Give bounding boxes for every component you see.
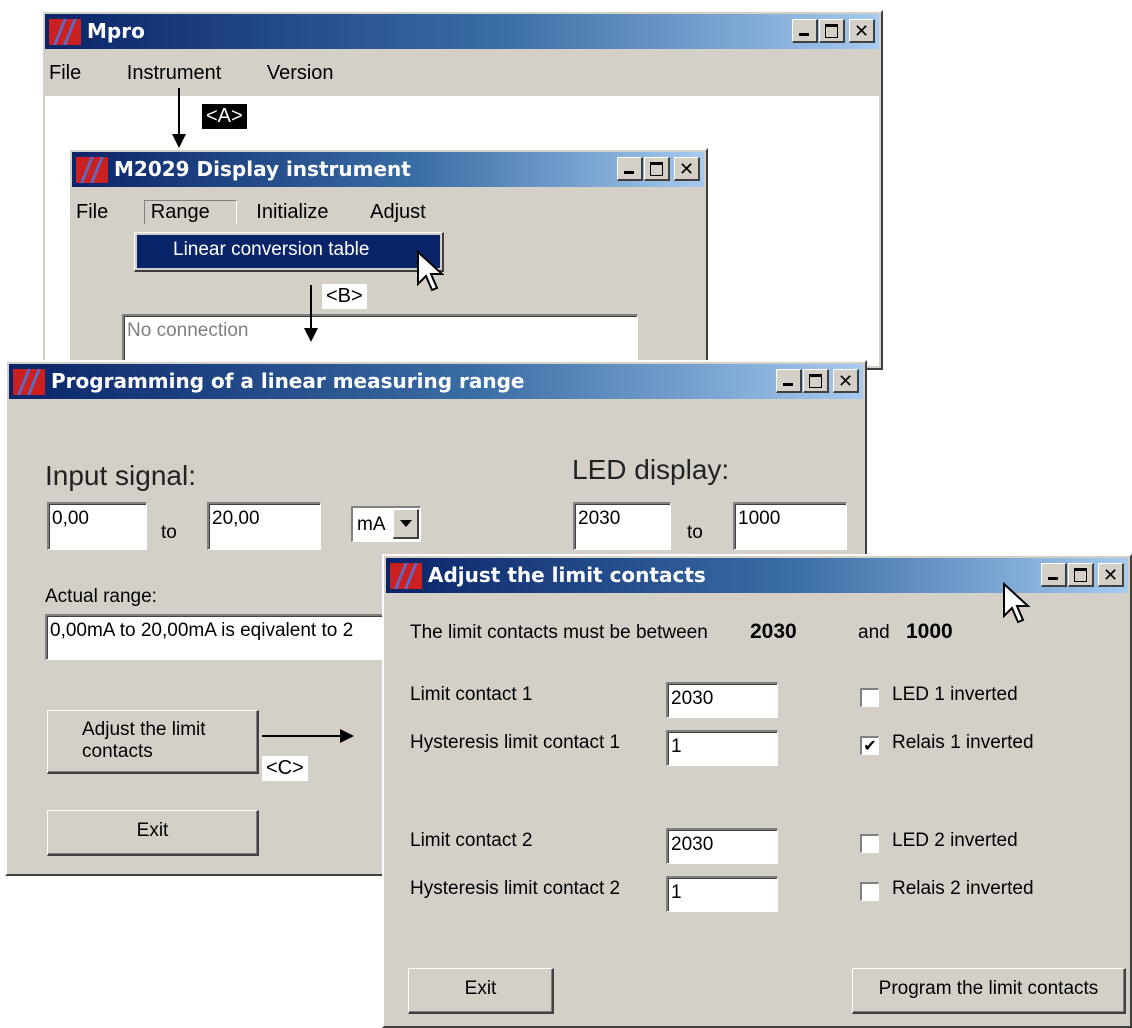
m2029-menubar: File Range Initialize Adjust [76,200,466,224]
led1-inverted-checkbox[interactable] [860,688,879,707]
adjust-limit-contacts-button[interactable]: Adjust the limit contacts [47,710,259,774]
maximize-icon [825,24,838,38]
exit-button[interactable]: Exit [408,968,554,1014]
close-icon: ✕ [1102,565,1119,586]
close-icon: ✕ [678,159,695,180]
unit-selected-value: mA [357,514,386,535]
limit-title: Adjust the limit contacts [428,563,706,587]
mouse-cursor-icon [417,250,444,292]
menu-file[interactable]: File [49,62,101,85]
close-button[interactable]: ✕ [1098,563,1124,587]
input-from-field[interactable]: 0,00 [47,502,147,550]
menu-range[interactable]: Range [143,200,237,224]
mpro-titlebar[interactable]: Mpro ✕ [45,14,879,49]
limit-info-high: 1000 [906,620,953,643]
maximize-button[interactable] [803,369,829,393]
limit-info-text: The limit contacts must be between [410,622,708,643]
m2029-titlebar[interactable]: M2029 Display instrument ✕ [72,152,704,187]
minimize-icon [1048,577,1058,580]
arrow-a [172,88,186,148]
menu-item-linear-conversion-table[interactable]: Linear conversion table [137,235,440,268]
relais2-inverted-label: Relais 2 inverted [892,878,1034,899]
limit2-label: Limit contact 2 [410,830,533,851]
hyst1-field[interactable]: 1 [666,730,778,766]
minimize-icon [799,33,809,36]
hyst2-field[interactable]: 1 [666,876,778,912]
range-dropdown-menu: Linear conversion table [134,232,444,272]
maximize-icon [809,374,822,388]
input-signal-label: Input signal: [45,460,196,491]
program-limit-contacts-button[interactable]: Program the limit contacts [852,968,1126,1014]
limit1-label: Limit contact 1 [410,684,533,705]
minimize-button[interactable] [617,157,643,181]
maximize-icon [1074,568,1087,582]
maximize-button[interactable] [819,19,845,43]
dropdown-arrow-button[interactable] [393,509,419,539]
minimize-icon [783,383,793,386]
arrow-c [262,729,354,743]
minimize-button[interactable] [792,19,818,43]
maximize-icon [650,162,663,176]
exit-button[interactable]: Exit [47,810,259,856]
led2-inverted-label: LED 2 inverted [892,830,1018,851]
chevron-down-icon [400,520,412,527]
relais1-inverted-checkbox[interactable]: ✔ [860,736,879,755]
annotation-c: <C> [262,756,308,781]
actual-range-field: 0,00mA to 20,00mA is eqivalent to 2 [45,614,425,660]
mouse-cursor-icon [1003,582,1030,624]
actual-range-label: Actual range: [45,586,157,607]
led1-inverted-label: LED 1 inverted [892,684,1018,705]
led-display-label: LED display: [572,454,730,485]
mpro-title: Mpro [87,19,145,43]
annotation-a: <A> [202,104,247,129]
minimize-icon [624,171,634,174]
led2-inverted-checkbox[interactable] [860,834,879,853]
maximize-button[interactable] [644,157,670,181]
menu-adjust[interactable]: Adjust [370,201,446,224]
range-titlebar[interactable]: Programming of a linear measuring range … [9,364,863,399]
range-title: Programming of a linear measuring range [51,369,525,393]
hyst1-label: Hysteresis limit contact 1 [410,732,621,753]
close-button[interactable]: ✕ [674,157,700,181]
checkmark-icon: ✔ [863,736,877,755]
m2029-window: M2029 Display instrument ✕ File Range In… [68,148,708,368]
maximize-button[interactable] [1068,563,1094,587]
app-logo-icon [76,157,108,183]
minimize-button[interactable] [1041,563,1067,587]
menu-instrument[interactable]: Instrument [127,62,241,85]
to-label-input: to [161,522,177,543]
annotation-b: <B> [322,284,367,309]
close-icon: ✕ [853,21,870,42]
led-to-field[interactable]: 1000 [733,502,847,550]
unit-select[interactable]: mA [351,506,421,542]
menu-version[interactable]: Version [267,62,354,85]
limit1-field[interactable]: 2030 [666,682,778,718]
mpro-menubar: File Instrument Version [49,62,374,85]
arrow-b [304,285,318,342]
input-to-field[interactable]: 20,00 [207,502,321,550]
connection-status-field: No connection [122,314,638,366]
m2029-title: M2029 Display instrument [114,157,411,181]
close-button[interactable]: ✕ [833,369,859,393]
app-logo-icon [13,369,45,395]
relais2-inverted-checkbox[interactable] [860,882,879,901]
close-button[interactable]: ✕ [849,19,875,43]
hyst2-label: Hysteresis limit contact 2 [410,878,621,899]
app-logo-icon [390,563,422,589]
minimize-button[interactable] [776,369,802,393]
menu-initialize[interactable]: Initialize [256,201,348,224]
led-from-field[interactable]: 2030 [573,502,671,550]
limit2-field[interactable]: 2030 [666,828,778,864]
close-icon: ✕ [837,371,854,392]
to-label-led: to [687,522,703,543]
limit-info-low: 2030 [750,620,797,643]
app-logo-icon [49,19,81,45]
menu-file[interactable]: File [76,201,128,224]
relais1-inverted-label: Relais 1 inverted [892,732,1034,753]
limit-info-and: and [858,622,890,643]
